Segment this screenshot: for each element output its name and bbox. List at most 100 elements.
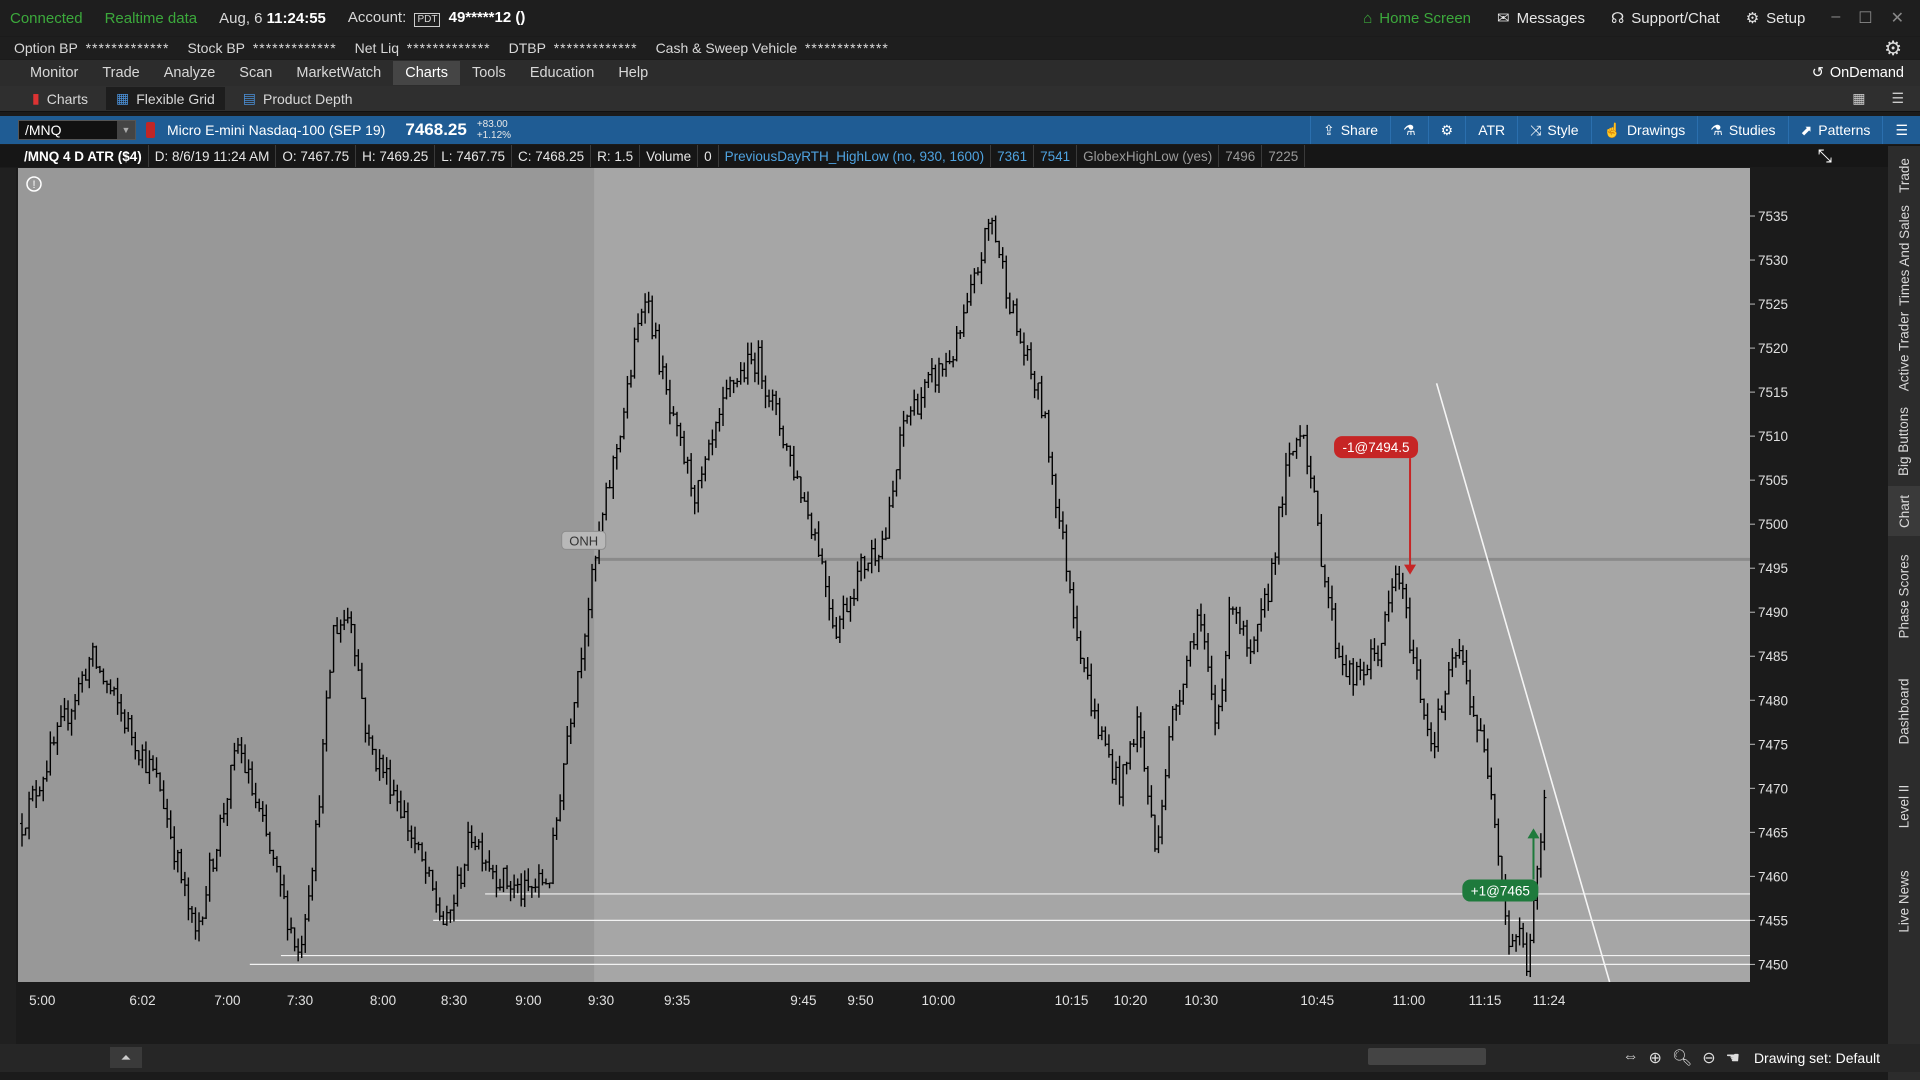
premarket-shade: [18, 168, 595, 982]
main-nav: Monitor Trade Analyze Scan MarketWatch C…: [0, 60, 1920, 86]
tab-tools[interactable]: Tools: [460, 61, 518, 85]
style-button[interactable]: ⤨ Style: [1517, 116, 1590, 144]
setup-label: Setup: [1766, 9, 1806, 27]
side-tab-phase-scores[interactable]: Phase Scores: [1888, 536, 1920, 656]
maximize-icon[interactable]: ☐: [1858, 8, 1872, 28]
sell-order-label: -1@7494.5: [1343, 440, 1410, 455]
tab-marketwatch[interactable]: MarketWatch: [284, 61, 393, 85]
y-axis-tick-label: 7465: [1758, 825, 1788, 840]
link-color-icon[interactable]: [146, 122, 155, 138]
flask-icon: ⚗: [1403, 121, 1416, 138]
chart-svg[interactable]: ONH74967468.25-1@7494.5+1@7465 745074557…: [18, 168, 1812, 1024]
home-screen-button[interactable]: ⌂ Home Screen: [1363, 10, 1471, 27]
menu-list-icon[interactable]: ☰: [1891, 90, 1904, 107]
ondemand-button[interactable]: ↺ OnDemand: [1812, 65, 1904, 81]
home-icon: ⌂: [1363, 9, 1373, 27]
zoom-in-icon[interactable]: 🔍︎: [1672, 1048, 1692, 1068]
side-tab-trade[interactable]: Trade: [1888, 146, 1920, 204]
chart-settings-button[interactable]: ⚙: [1427, 116, 1466, 144]
volume-label: Volume: [640, 145, 699, 167]
side-tab-label: Times And Sales: [1896, 204, 1912, 306]
flask-button[interactable]: ⚗: [1390, 116, 1428, 144]
account-number: 49*****12 (): [448, 9, 526, 26]
side-tab-big-buttons[interactable]: Big Buttons: [1888, 396, 1920, 486]
side-tab-label: Big Buttons: [1896, 406, 1912, 476]
drawings-button[interactable]: ☝ Drawings: [1590, 116, 1698, 144]
bp-option: Option BP *************: [14, 40, 170, 56]
y-axis-tick-label: 7470: [1758, 781, 1788, 796]
x-axis-tick-label: 5:00: [29, 993, 55, 1008]
x-axis-tick-label: 10:30: [1184, 993, 1218, 1008]
symbol-input[interactable]: /MNQ ▼: [18, 120, 136, 140]
y-axis-tick-label: 7475: [1758, 737, 1788, 752]
x-axis-tick-label: 8:00: [370, 993, 396, 1008]
tab-trade[interactable]: Trade: [90, 61, 151, 85]
side-tab-live-news[interactable]: Live News: [1888, 846, 1920, 956]
support-chat-button[interactable]: ☊ Support/Chat: [1611, 9, 1720, 28]
y-axis-tick-label: 7500: [1758, 517, 1788, 532]
study-prev-day-high: 7541: [1034, 145, 1078, 167]
side-tab-chart[interactable]: Chart: [1888, 486, 1920, 536]
side-tab-label: Dashboard: [1896, 677, 1912, 745]
hand-icon[interactable]: ☚: [1726, 1048, 1740, 1068]
menu-list-icon[interactable]: ☰: [1882, 116, 1920, 144]
studies-button[interactable]: ⚗ Studies: [1697, 116, 1787, 144]
x-axis-tick-label: 9:45: [790, 993, 816, 1008]
session-datetime: Aug, 6 11:24:55: [219, 10, 326, 27]
buying-power-bar: Option BP ************* Stock BP *******…: [0, 36, 1920, 61]
tab-charts[interactable]: Charts: [393, 61, 460, 85]
gear-icon[interactable]: ⚙: [1884, 36, 1902, 61]
drawing-set[interactable]: Drawing set: Default: [1754, 1050, 1880, 1066]
x-axis-tick-label: 9:35: [664, 993, 690, 1008]
patterns-button[interactable]: ⬈ Patterns: [1787, 116, 1883, 144]
history-icon: ↺: [1811, 65, 1824, 81]
tab-scan[interactable]: Scan: [227, 61, 284, 85]
chart-scrollbar-thumb[interactable]: [1368, 1048, 1486, 1065]
side-tab-label: Trade: [1896, 157, 1912, 193]
grid-icon: ▦: [115, 90, 130, 106]
atr-button[interactable]: ATR: [1465, 116, 1517, 144]
side-tab-level-ii[interactable]: Level II: [1888, 766, 1920, 846]
patterns-icon: ⬈: [1800, 121, 1813, 138]
zoom-out-icon[interactable]: ⊖: [1702, 1048, 1715, 1068]
left-panel-strip[interactable]: [0, 168, 16, 1068]
study-globex-highlow[interactable]: GlobexHighLow (yes): [1077, 145, 1220, 167]
y-axis-tick-label: 7525: [1758, 297, 1788, 312]
side-tab-times-and-sales[interactable]: Times And Sales: [1888, 204, 1920, 306]
chevron-down-icon[interactable]: ▼: [117, 121, 135, 139]
side-tab-label: Live News: [1896, 869, 1912, 933]
bar-date: D: 8/6/19 11:24 AM: [149, 145, 277, 167]
pan-icon[interactable]: ⇔: [1623, 1048, 1639, 1068]
setup-button[interactable]: ⚙ Setup: [1746, 9, 1806, 28]
study-prev-day-highlow[interactable]: PreviousDayRTH_HighLow (no, 930, 1600): [719, 145, 992, 167]
side-tab-dashboard[interactable]: Dashboard: [1888, 656, 1920, 766]
crosshair-icon[interactable]: ⊕: [1649, 1048, 1662, 1068]
onh-label: ONH: [569, 533, 598, 548]
share-button[interactable]: ⇪ Share: [1309, 116, 1390, 144]
layout-grid-icon[interactable]: ▦: [1852, 90, 1865, 107]
chart-info-bar: /MNQ 4 D ATR ($4) D: 8/6/19 11:24 AM O: …: [0, 145, 1920, 167]
symbol-ticker: /MNQ: [25, 122, 62, 138]
tab-education[interactable]: Education: [518, 61, 607, 85]
x-axis-tick-label: 10:20: [1113, 993, 1147, 1008]
expand-up-icon[interactable]: ⏶: [110, 1047, 142, 1068]
collapse-icon[interactable]: ⤡: [1818, 146, 1832, 167]
messages-button[interactable]: ✉ Messages: [1497, 9, 1585, 28]
bp-netliq: Net Liq *************: [354, 40, 491, 56]
y-axis-tick-label: 7455: [1758, 913, 1788, 928]
account-selector[interactable]: Account: PDT 49*****12 (): [348, 9, 525, 27]
subtab-charts[interactable]: ▮ Charts: [22, 87, 98, 110]
symbol-description: Micro E-mini Nasdaq-100 (SEP 19): [167, 122, 386, 138]
tab-analyze[interactable]: Analyze: [152, 61, 228, 85]
price-chart[interactable]: ONH74967468.25-1@7494.5+1@7465 745074557…: [18, 168, 1812, 1024]
subtab-product-depth[interactable]: ▤ Product Depth: [233, 87, 363, 110]
tab-monitor[interactable]: Monitor: [18, 61, 90, 85]
chart-title: /MNQ 4 D ATR ($4): [18, 145, 149, 167]
side-tabs: Trade Times And Sales Active Trader Big But…: [1888, 146, 1920, 1080]
y-axis-tick-label: 7480: [1758, 693, 1788, 708]
side-tab-active-trader[interactable]: Active Trader: [1888, 306, 1920, 396]
minimize-icon[interactable]: –: [1831, 8, 1840, 28]
close-icon[interactable]: ✕: [1891, 8, 1904, 28]
tab-help[interactable]: Help: [606, 61, 660, 85]
subtab-flexible-grid[interactable]: ▦ Flexible Grid: [105, 87, 225, 110]
